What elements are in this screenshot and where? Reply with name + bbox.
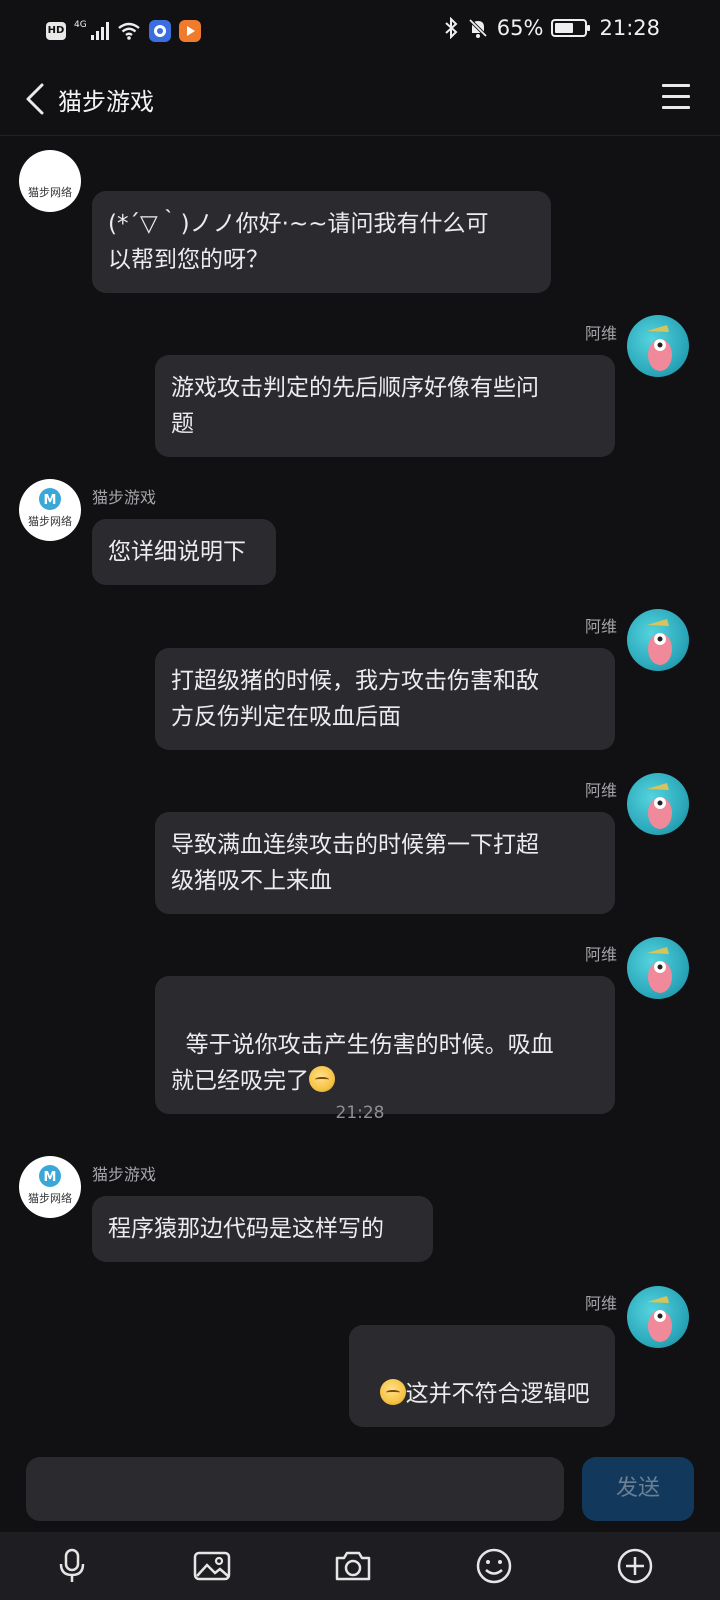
bot-avatar[interactable]: M 猫步网络: [19, 1156, 81, 1218]
image-icon[interactable]: [192, 1546, 232, 1586]
message-bubble[interactable]: 导致满血连续攻击的时候第一下打超 级猪吸不上来血: [155, 812, 615, 914]
message-bubble[interactable]: 游戏攻击判定的先后顺序好像有些问 题: [155, 355, 615, 457]
message-bubble[interactable]: 这并不符合逻辑吧: [349, 1325, 615, 1427]
bot-avatar-text: 猫步网络: [28, 185, 72, 199]
user-avatar[interactable]: [627, 1286, 689, 1348]
bot-avatar-text: 猫步网络: [28, 1191, 72, 1205]
sender-name: 猫步游戏: [92, 1165, 157, 1184]
message-bubble[interactable]: (*´▽｀)ノノ你好·~~请问我有什么可 以帮到您的呀？: [92, 191, 551, 293]
add-icon[interactable]: [615, 1546, 655, 1586]
battery-percent: 65%: [496, 16, 544, 40]
sender-name: 阿维: [585, 617, 618, 636]
message-text: 等于说你攻击产生伤害的时候。吸血 就已经吸完了: [171, 1032, 554, 1094]
bot-avatar-text: 猫步网络: [28, 514, 72, 528]
sweat-smile-emoji-icon: [309, 1066, 335, 1092]
page-title: 猫步游戏: [58, 88, 154, 116]
sender-name: 猫步游戏: [92, 488, 157, 507]
message-input[interactable]: [26, 1457, 564, 1521]
sender-name: 阿维: [585, 1294, 618, 1313]
wifi-icon: [117, 22, 140, 40]
user-avatar[interactable]: [627, 773, 689, 835]
bot-avatar[interactable]: M 猫步网络: [19, 479, 81, 541]
emoji-icon[interactable]: [474, 1546, 514, 1586]
sender-name: 阿维: [585, 945, 618, 964]
user-avatar[interactable]: [627, 937, 689, 999]
user-avatar[interactable]: [627, 609, 689, 671]
message-text: 这并不符合逻辑吧: [405, 1381, 590, 1407]
svg-text:M: M: [44, 1170, 57, 1185]
bottom-toolbar: [0, 1532, 720, 1600]
send-button[interactable]: 发送: [582, 1457, 694, 1521]
clock: 21:28: [599, 16, 660, 40]
app-icon-blue: [148, 20, 171, 42]
bell-off-icon: [468, 18, 488, 38]
sweat-smile-emoji-icon: [379, 1379, 406, 1405]
message-bubble[interactable]: 等于说你攻击产生伤害的时候。吸血 就已经吸完了: [155, 976, 615, 1114]
camera-icon[interactable]: [333, 1546, 373, 1586]
back-arrow-icon[interactable]: [22, 81, 52, 117]
sender-name: 阿维: [585, 324, 618, 343]
battery-icon: [551, 19, 591, 37]
sender-name: 阿维: [585, 781, 618, 800]
user-avatar[interactable]: [627, 315, 689, 377]
signal-icon: [90, 22, 109, 40]
network-type: 4G: [74, 20, 87, 30]
hd-badge: HD: [46, 22, 66, 40]
app-icon-orange: [178, 20, 201, 42]
chat-header: 猫步游戏: [0, 64, 720, 136]
message-bubble[interactable]: 打超级猪的时候，我方攻击伤害和敌 方反伤判定在吸血后面: [155, 648, 615, 750]
microphone-icon[interactable]: [52, 1546, 92, 1586]
menu-icon[interactable]: [662, 84, 690, 112]
bluetooth-icon: [445, 17, 458, 39]
status-right: 65% 21:28: [443, 16, 660, 40]
svg-text:M: M: [44, 493, 57, 508]
message-bubble[interactable]: 程序猿那边代码是这样写的: [92, 1196, 433, 1262]
bot-avatar[interactable]: 猫步网络: [19, 150, 81, 212]
status-bar: HD 4G 65% 21:28: [0, 0, 720, 64]
status-left: HD 4G: [46, 20, 201, 42]
message-bubble[interactable]: 您详细说明下: [92, 519, 276, 585]
message-timestamp: 21:28: [335, 1103, 385, 1123]
